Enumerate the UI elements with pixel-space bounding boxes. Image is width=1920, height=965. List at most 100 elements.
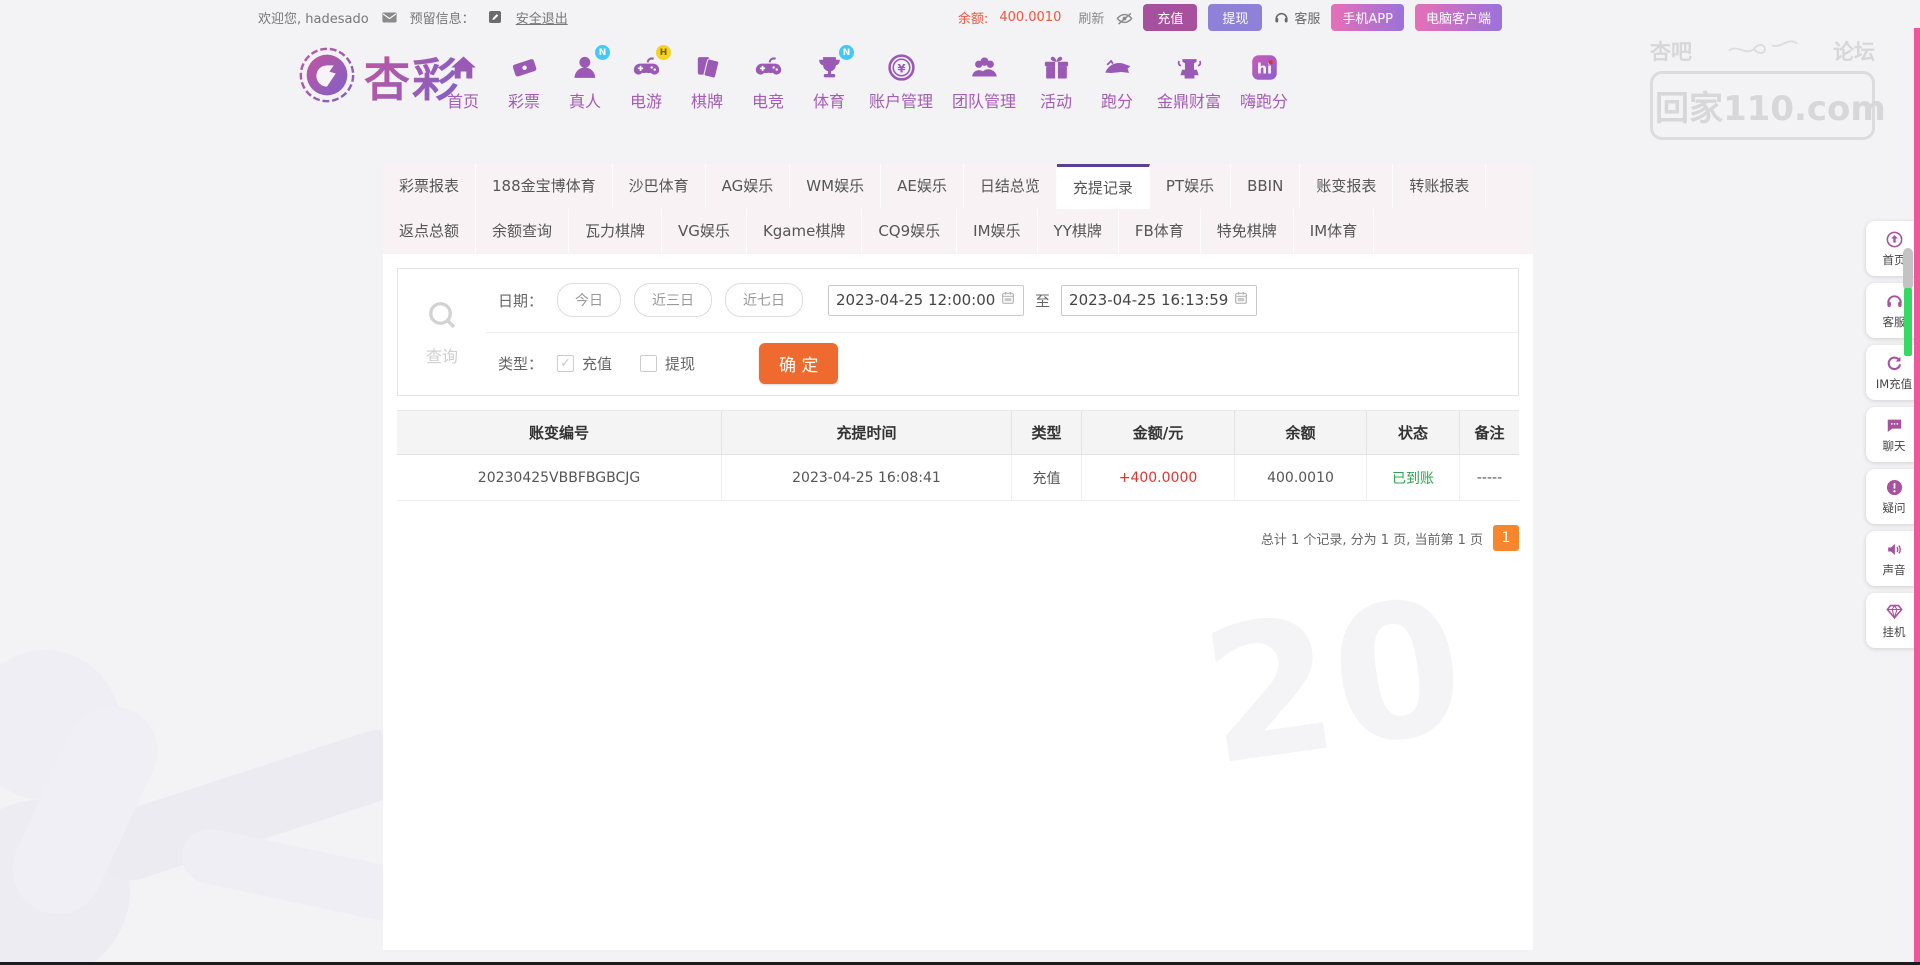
tab-item[interactable]: 彩票报表 <box>383 164 476 209</box>
top-circle-icon <box>1885 230 1904 249</box>
tab-item[interactable]: BBIN <box>1231 164 1300 209</box>
preset-7days-button[interactable]: 近七日 <box>725 283 803 317</box>
scrollbar-thumb[interactable] <box>1903 248 1913 290</box>
tabs-filler <box>1486 164 1533 209</box>
preset-today-button[interactable]: 今日 <box>557 283 621 317</box>
search-icon <box>424 297 460 337</box>
nav-item-paofen[interactable]: 跑分 <box>1096 52 1138 112</box>
team-icon <box>969 52 1000 83</box>
exclamation-circle-icon <box>1885 478 1904 497</box>
eye-slash-icon[interactable] <box>1115 9 1132 26</box>
deposit-checkbox-group[interactable]: ✓ 充值 <box>557 353 612 374</box>
window-edge-strip <box>1914 28 1920 962</box>
tab-item[interactable]: 余额查询 <box>476 209 569 254</box>
ticket-icon <box>509 52 540 83</box>
calendar-icon <box>1233 290 1249 310</box>
background-ribbon-decoration <box>0 691 172 928</box>
tab-item[interactable]: 账变报表 <box>1300 164 1393 209</box>
date-to-value: 2023-04-25 16:13:59 <box>1069 291 1228 309</box>
pc-client-button[interactable]: 电脑客户端 <box>1415 4 1502 31</box>
tab-item[interactable]: Kgame棋牌 <box>747 209 862 254</box>
table-header-row: 账变编号 充提时间 类型 金额/元 余额 状态 备注 <box>397 411 1519 455</box>
recharge-refresh-icon <box>1885 354 1904 373</box>
brand-logo-icon <box>296 44 358 110</box>
cell-note: ----- <box>1460 455 1519 501</box>
withdraw-checkbox-group[interactable]: 提现 <box>640 353 695 374</box>
tab-item[interactable]: WM娱乐 <box>790 164 881 209</box>
nav-item-account[interactable]: ¥ 账户管理 <box>869 52 933 112</box>
refresh-link[interactable]: 刷新 <box>1078 8 1104 27</box>
tab-item[interactable]: AE娱乐 <box>881 164 964 209</box>
filter-box: 查询 日期： 今日 近三日 近七日 2023-04-25 12:00:00 至 … <box>397 268 1519 396</box>
tab-item[interactable]: VG娱乐 <box>662 209 747 254</box>
deposit-button[interactable]: 充值 <box>1143 4 1197 31</box>
tab-item[interactable]: YY棋牌 <box>1038 209 1119 254</box>
cell-type: 充值 <box>1012 455 1082 501</box>
nav-item-home[interactable]: 首页 <box>442 52 484 112</box>
nav-item-esports[interactable]: 电竞 <box>747 52 789 112</box>
nav-item-promos[interactable]: 活动 <box>1035 52 1077 112</box>
type-label: 类型： <box>498 353 543 374</box>
logout-link[interactable]: 安全退出 <box>516 8 568 27</box>
column-header: 备注 <box>1460 411 1519 455</box>
watermark: 杏吧 论坛 回家110.com <box>1650 36 1875 140</box>
tab-item[interactable]: 日结总览 <box>964 164 1057 209</box>
query-zone: 查询 <box>398 269 486 395</box>
message-envelope-icon[interactable] <box>381 9 398 26</box>
column-header: 余额 <box>1235 411 1367 455</box>
background-ribbon-decoration <box>87 721 422 890</box>
tab-item[interactable]: IM体育 <box>1294 209 1374 254</box>
tab-item-active[interactable]: 充提记录 <box>1057 164 1150 209</box>
mobile-app-button[interactable]: 手机APP <box>1331 4 1404 31</box>
reserved-info-label: 预留信息： <box>410 8 475 27</box>
column-header: 类型 <box>1012 411 1082 455</box>
hot-badge: H <box>656 45 671 60</box>
tab-item[interactable]: 特免棋牌 <box>1201 209 1294 254</box>
date-label: 日期： <box>498 290 543 311</box>
deposit-checkbox[interactable]: ✓ <box>557 355 574 372</box>
tab-item[interactable]: 返点总额 <box>383 209 476 254</box>
edit-pencil-icon[interactable] <box>487 9 504 26</box>
tab-item[interactable]: 瓦力棋牌 <box>569 209 662 254</box>
to-label: 至 <box>1035 290 1050 311</box>
preset-3days-button[interactable]: 近三日 <box>634 283 712 317</box>
welcome-text: 欢迎您, hadesado <box>258 8 369 27</box>
date-from-input[interactable]: 2023-04-25 12:00:00 <box>828 285 1024 316</box>
tab-item[interactable]: 188金宝博体育 <box>476 164 613 209</box>
tab-item[interactable]: PT娱乐 <box>1150 164 1231 209</box>
nav-item-sports[interactable]: N 体育 <box>808 52 850 112</box>
tab-item[interactable]: 沙巴体育 <box>613 164 706 209</box>
tab-item[interactable]: CQ9娱乐 <box>862 209 957 254</box>
brand-logo[interactable]: 杏彩 <box>296 44 460 110</box>
customer-service-link[interactable]: 客服 <box>1273 8 1320 27</box>
confirm-button[interactable]: 确 定 <box>759 343 838 384</box>
nav-item-team[interactable]: 团队管理 <box>952 52 1016 112</box>
background-circle-decoration <box>0 800 130 965</box>
tab-item[interactable]: 转账报表 <box>1393 164 1486 209</box>
date-to-input[interactable]: 2023-04-25 16:13:59 <box>1061 285 1257 316</box>
sidebar-item-afk[interactable]: 挂机 <box>1866 593 1920 648</box>
watermark-left-text: 杏吧 <box>1650 36 1692 66</box>
calendar-icon <box>1000 290 1016 310</box>
nav-item-boardgames[interactable]: 棋牌 <box>686 52 728 112</box>
chat-bubble-icon <box>1885 416 1904 435</box>
sidebar-item-chat[interactable]: 聊天 <box>1866 407 1920 462</box>
tab-item[interactable]: AG娱乐 <box>706 164 791 209</box>
nav-item-jinding[interactable]: 金鼎财富 <box>1157 52 1221 112</box>
nav-item-egames[interactable]: H 电游 <box>625 52 667 112</box>
svg-text:¥: ¥ <box>897 62 905 76</box>
withdraw-button[interactable]: 提现 <box>1208 4 1262 31</box>
nav-item-lottery[interactable]: 彩票 <box>503 52 545 112</box>
sidebar-item-question[interactable]: 疑问 <box>1866 469 1920 524</box>
sidebar-item-sound[interactable]: 声音 <box>1866 531 1920 586</box>
tab-item[interactable]: FB体育 <box>1119 209 1201 254</box>
nav-item-hipaofen[interactable]: hi 嗨跑分 <box>1240 52 1288 112</box>
tab-item[interactable]: IM娱乐 <box>957 209 1037 254</box>
cell-amount: +400.0000 <box>1082 455 1235 501</box>
ding-icon <box>1174 52 1205 83</box>
page-1-button[interactable]: 1 <box>1493 525 1519 551</box>
nav-item-live[interactable]: N 真人 <box>564 52 606 112</box>
withdraw-checkbox[interactable] <box>640 355 657 372</box>
balance-value: 400.0010 <box>999 10 1061 25</box>
hi-app-icon: hi <box>1249 52 1280 83</box>
